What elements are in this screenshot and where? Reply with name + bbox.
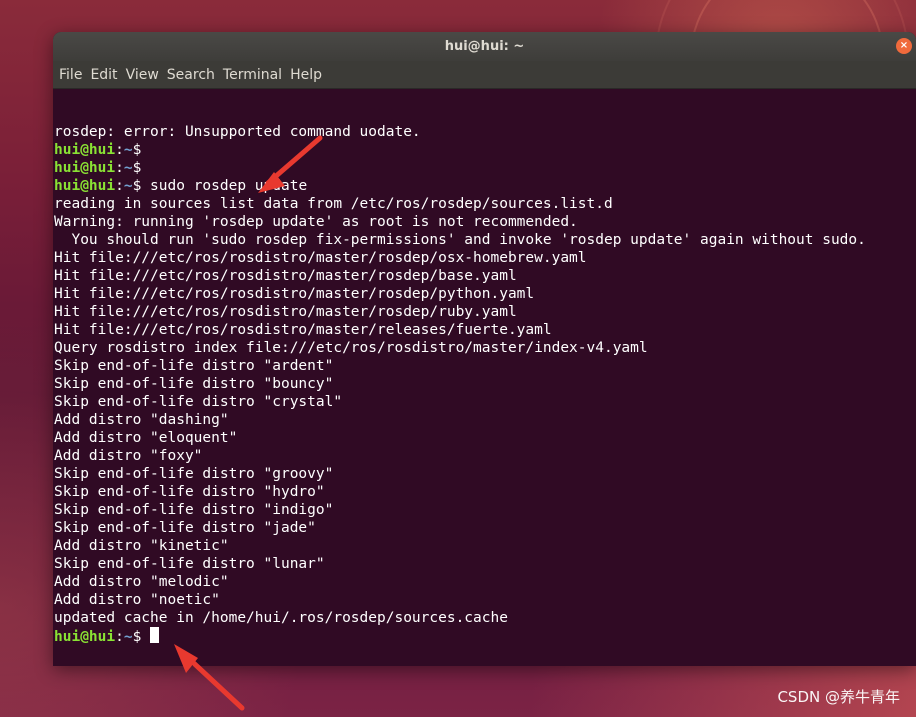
terminal-line: Hit file:///etc/ros/rosdistro/master/ros… [54, 268, 517, 284]
prompt-symbol: $ [132, 160, 142, 176]
terminal-line: Skip end-of-life distro "jade" [54, 520, 316, 536]
prompt-symbol: $ [132, 142, 142, 158]
terminal-line: You should run 'sudo rosdep fix-permissi… [54, 232, 866, 248]
terminal-line: Warning: running 'rosdep update' as root… [54, 214, 578, 230]
terminal-line: Hit file:///etc/ros/rosdistro/master/ros… [54, 304, 517, 320]
menu-terminal[interactable]: Terminal [223, 67, 288, 83]
terminal-lines: rosdep: error: Unsupported command uodat… [54, 123, 916, 645]
menu-view[interactable]: View [126, 67, 165, 83]
terminal-line: Add distro "dashing" [54, 412, 229, 428]
command-text: sudo rosdep update [141, 178, 308, 194]
prompt-symbol: $ [132, 629, 142, 645]
menu-file[interactable]: File [59, 67, 88, 83]
prompt-sep: : [115, 629, 124, 645]
prompt-path: ~ [123, 142, 133, 158]
terminal-line: Skip end-of-life distro "indigo" [54, 502, 334, 518]
current-prompt-line[interactable]: hui@hui:~$ [54, 627, 916, 645]
terminal-line: Skip end-of-life distro "crystal" [54, 394, 343, 410]
terminal-line: Hit file:///etc/ros/rosdistro/master/ros… [54, 286, 535, 302]
terminal-line: Skip end-of-life distro "bouncy" [54, 376, 334, 392]
terminal-line: Hit file:///etc/ros/rosdistro/master/rel… [54, 322, 552, 338]
window-title: hui@hui: ~ [444, 39, 525, 54]
terminal-line: Skip end-of-life distro "hydro" [54, 484, 325, 500]
terminal-line: Hit file:///etc/ros/rosdistro/master/ros… [54, 250, 587, 266]
prompt-line: hui@hui:~$ [54, 141, 916, 159]
menu-search[interactable]: Search [167, 67, 221, 83]
terminal-line: updated cache in /home/hui/.ros/rosdep/s… [54, 610, 508, 626]
terminal-line: Query rosdistro index file:///etc/ros/ro… [54, 340, 648, 356]
text-cursor [150, 627, 160, 643]
terminal-line: Add distro "noetic" [54, 592, 220, 608]
prompt-symbol: $ [132, 178, 142, 194]
prompt-sep: : [115, 178, 124, 194]
prompt-line: hui@hui:~$ [54, 159, 916, 177]
prompt-user: hui@hui [54, 629, 116, 645]
terminal-line: Skip end-of-life distro "lunar" [54, 556, 325, 572]
watermark: CSDN @养牛青年 [777, 688, 900, 706]
prompt-user: hui@hui [54, 178, 116, 194]
terminal-window: hui@hui: ~ × File Edit View Search Termi… [53, 32, 916, 666]
terminal-line: Add distro "melodic" [54, 574, 229, 590]
terminal-line: Add distro "eloquent" [54, 430, 238, 446]
window-titlebar[interactable]: hui@hui: ~ × [53, 32, 916, 61]
terminal-line: rosdep: error: Unsupported command uodat… [54, 124, 421, 140]
menu-edit[interactable]: Edit [90, 67, 123, 83]
prompt-user: hui@hui [54, 142, 116, 158]
prompt-path: ~ [123, 629, 133, 645]
terminal-line: Add distro "foxy" [54, 448, 203, 464]
prompt-sep: : [115, 160, 124, 176]
terminal-line: Add distro "kinetic" [54, 538, 229, 554]
prompt-path: ~ [123, 160, 133, 176]
menu-bar: File Edit View Search Terminal Help [53, 61, 916, 89]
terminal-output[interactable]: rosdep: error: Unsupported command uodat… [53, 89, 916, 666]
close-icon[interactable]: × [896, 38, 912, 54]
prompt-path: ~ [123, 178, 133, 194]
terminal-line: Skip end-of-life distro "groovy" [54, 466, 334, 482]
menu-help[interactable]: Help [290, 67, 328, 83]
prompt-line: hui@hui:~$ sudo rosdep update [54, 177, 916, 195]
terminal-line: reading in sources list data from /etc/r… [54, 196, 613, 212]
terminal-line: Skip end-of-life distro "ardent" [54, 358, 334, 374]
prompt-user: hui@hui [54, 160, 116, 176]
prompt-sep: : [115, 142, 124, 158]
